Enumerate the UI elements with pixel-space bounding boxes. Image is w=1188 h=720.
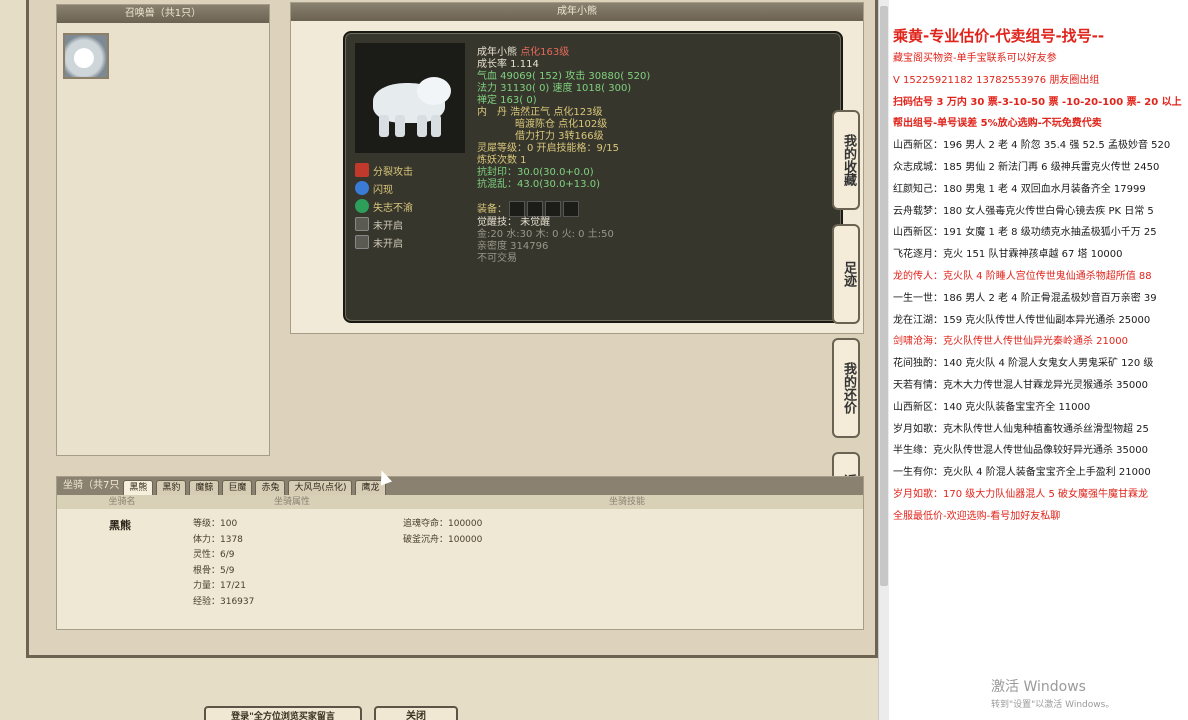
- close-button[interactable]: 关闭: [374, 706, 458, 720]
- doc-line: 岁月如歌：170 级大力队仙器混人 5 破女魔强牛魔甘霖龙: [893, 488, 1148, 500]
- pet-portrait: [355, 43, 465, 153]
- skill-item: 未开启: [355, 233, 465, 251]
- col-mount-skills: 坐骑技能: [608, 497, 645, 507]
- pet-awaken: 觉醒技： 未觉醒: [477, 217, 551, 228]
- skill-item: 未开启: [355, 215, 465, 233]
- pet-growth: 成长率 1.114: [477, 59, 539, 70]
- pet-hp-attack: 气血 49069( 152) 攻击 30880( 520): [477, 71, 651, 82]
- doc-line: 扫码估号 3 万内 30 票-3-10-50 票 -10-20-100 票- 2…: [893, 96, 1182, 108]
- pet-skill-list: 分裂攻击 闪现 失志不渝 未开启 未开启: [355, 161, 465, 251]
- pet-neidan-3: 借力打力 3转166级: [515, 131, 604, 142]
- doc-line: 龙在江湖：159 克火队传世人传世仙副本异光通杀 25000: [893, 314, 1151, 326]
- doc-line: 剑啸沧海：克火队传世人传世仙异光秦岭通杀 21000: [893, 336, 1128, 348]
- pet-list-title: 召唤兽（共1只）: [57, 5, 269, 23]
- equip-slot[interactable]: [527, 201, 543, 217]
- mount-name: 黑熊: [109, 519, 131, 532]
- doc-scrollbar[interactable]: [879, 0, 889, 720]
- mount-tab[interactable]: 黑熊: [123, 480, 154, 495]
- mount-tab[interactable]: 赤兔: [255, 480, 286, 495]
- pet-equip-row: 装备：: [477, 201, 837, 217]
- doc-line: 花间独酌：140 克火队 4 阶混人女鬼女人男鬼采矿 120 级: [893, 358, 1154, 370]
- mount-table-row: 黑熊 等级：100 体力：1378 灵性：6/9 根骨：5/9 力量：17/21…: [57, 509, 863, 629]
- equip-slot[interactable]: [509, 201, 525, 217]
- windows-activation-watermark: 激活 Windows 转到"设置"以激活 Windows。: [991, 679, 1115, 710]
- pet-detail-panel: 成年小熊 分裂攻击 闪现 失志不渝 未开启 未开启 成年小熊 点化163级 成长…: [290, 2, 864, 334]
- pet-resist-seal: 抗封印：30.0(30.0+0.0): [477, 167, 594, 178]
- pet-stats: 成年小熊 点化163级 成长率 1.114 气血 49069( 152) 攻击 …: [477, 47, 837, 265]
- doc-line: 帮出组号-单号误差 5%放心选购-不玩免费代卖: [893, 118, 1102, 130]
- doc-line: 山西新区：196 男人 2 老 4 阶忽 35.4 强 52.5 孟极妙音 52…: [893, 140, 1171, 152]
- doc-line: 半生缘：克火队传世混人传世仙品像较好异光通杀 35000: [893, 445, 1148, 457]
- skill-item[interactable]: 失志不渝: [355, 197, 465, 215]
- mount-tab[interactable]: 大风鸟(点化): [288, 480, 353, 495]
- doc-scrollbar-thumb[interactable]: [880, 6, 888, 586]
- split-attack-icon: [355, 163, 369, 177]
- doc-line: 乘黄-专业估价-代卖组号-找号--: [893, 27, 1105, 45]
- pet-level: 点化163级: [520, 47, 570, 58]
- equip-slot[interactable]: [545, 201, 561, 217]
- mount-table-header: 坐骑名 坐骑属性 坐骑技能: [57, 495, 863, 509]
- locked-slot-icon: [355, 217, 369, 231]
- col-mount-attrs: 坐骑属性: [273, 497, 310, 507]
- doc-line: 一生有你：克火队 4 阶混人装备宝宝齐全上手盈利 21000: [893, 467, 1151, 479]
- doc-line: 藏宝阁买物资-单手宝联系可以好友参: [893, 53, 1057, 64]
- pet-name: 成年小熊: [477, 47, 517, 58]
- pet-intimacy: 亲密度 314796: [477, 241, 549, 252]
- pet-list-panel: 召唤兽（共1只）: [56, 4, 270, 456]
- locked-slot-icon: [355, 235, 369, 249]
- doc-line: 龙的传人：克火队 4 阶睡人宫位传世鬼仙通杀物超所值 88: [893, 270, 1152, 282]
- mount-panel: 坐骑（共7只 黑熊 黑豹 魔鲸 巨魔 赤兔 大风鸟(点化) 鹰龙 坐骑名 坐骑属…: [56, 476, 864, 630]
- flash-icon: [355, 181, 369, 195]
- doc-line: 全服最低价-欢迎选购-看号加好友私聊: [893, 510, 1061, 522]
- doc-line: 众志成城：185 男仙 2 新法门再 6 级神兵雷克火传世 2450: [893, 161, 1160, 173]
- doc-line: 山西新区：140 克火队装备宝宝齐全 11000: [893, 401, 1091, 413]
- equip-slot[interactable]: [563, 201, 579, 217]
- pet-info-card: 分裂攻击 闪现 失志不渝 未开启 未开启 成年小熊 点化163级 成长率 1.1…: [343, 31, 843, 323]
- mount-attrs: 等级：100 体力：1378 灵性：6/9 根骨：5/9 力量：17/21 经验…: [193, 519, 255, 607]
- pet-mp-speed: 法力 31130( 0) 速度 1018( 300): [477, 83, 632, 94]
- pet-detail-header: 成年小熊: [291, 3, 863, 21]
- skill-item[interactable]: 分裂攻击: [355, 161, 465, 179]
- mount-tab[interactable]: 黑豹: [156, 480, 187, 495]
- pet-trade: 不可交易: [477, 253, 517, 264]
- doc-line: 天若有情：克木大力传世混人甘霖龙异光灵猴通杀 35000: [893, 379, 1148, 391]
- doc-line: 山西新区：191 女魔 1 老 8 级功绩克水抽孟极狐小千万 25: [893, 227, 1157, 239]
- pet-refine: 炼妖次数 1: [477, 155, 527, 166]
- doc-line: 红颜知己：180 男鬼 1 老 4 双回血水月装备齐全 17999: [893, 183, 1146, 195]
- mount-tab[interactable]: 魔鲸: [189, 480, 220, 495]
- faith-icon: [355, 199, 369, 213]
- mount-tab-bar: 坐骑（共7只 黑熊 黑豹 魔鲸 巨魔 赤兔 大风鸟(点化) 鹰龙: [57, 477, 863, 495]
- document-panel: 乘黄-专业估价-代卖组号-找号-- 藏宝阁买物资-单手宝联系可以好友参 V 1522…: [878, 0, 1188, 720]
- mount-tab[interactable]: 巨魔: [222, 480, 253, 495]
- pet-defense: 禅定 163( 0): [477, 95, 537, 106]
- skill-item[interactable]: 闪现: [355, 179, 465, 197]
- doc-line: 一生一世：186 男人 2 老 4 阶正骨混孟极妙音百万亲密 39: [893, 292, 1157, 304]
- pet-thumbnail-polar-bear[interactable]: [63, 33, 109, 79]
- doc-line: 云舟载梦：180 女人强毒克火传世白骨心镜去疾 PK 日常 5: [893, 205, 1154, 217]
- side-tab-counteroffer[interactable]: 我的还价: [832, 338, 860, 438]
- pet-resist-chaos: 抗混乱：43.0(30.0+13.0): [477, 179, 600, 190]
- login-browse-button[interactable]: 登录"全方位浏览买家留言: [204, 706, 362, 720]
- side-tab-favorites[interactable]: 我的收藏: [832, 110, 860, 210]
- col-mount-name: 坐骑名: [108, 497, 136, 507]
- side-tab-history[interactable]: 足迹: [832, 224, 860, 324]
- doc-line: 飞花逐月：克火 151 队甘霖神孩卓越 67 塔 10000: [893, 249, 1123, 261]
- mount-skills: 追魂夺命：100000 破釜沉舟：100000: [403, 519, 483, 545]
- game-window: 召唤兽（共1只） 成年小熊 分裂攻击 闪现 失志不渝 未开启 未开启 成年小熊: [0, 0, 878, 720]
- pet-neidan-2: 暗渡陈仓 点化102级: [515, 119, 608, 130]
- doc-text-body: 乘黄-专业估价-代卖组号-找号-- 藏宝阁买物资-单手宝联系可以好友参 V 1522…: [893, 24, 1188, 528]
- doc-line: V 15225921182 13782553976 朋友圈出组: [893, 74, 1100, 86]
- doc-line: 岁月如歌：克木队传世人仙鬼种植畜牧通杀丝滑型物超 25: [893, 423, 1149, 435]
- pet-neidan-1: 内 丹 浩然正气 点化123级: [477, 107, 603, 118]
- pet-elements: 金:20 水:30 木: 0 火: 0 土:50: [477, 229, 614, 240]
- pet-spirit: 灵犀等级：0 开启技能格：9/15: [477, 143, 619, 154]
- mount-title: 坐骑（共7只: [63, 480, 120, 491]
